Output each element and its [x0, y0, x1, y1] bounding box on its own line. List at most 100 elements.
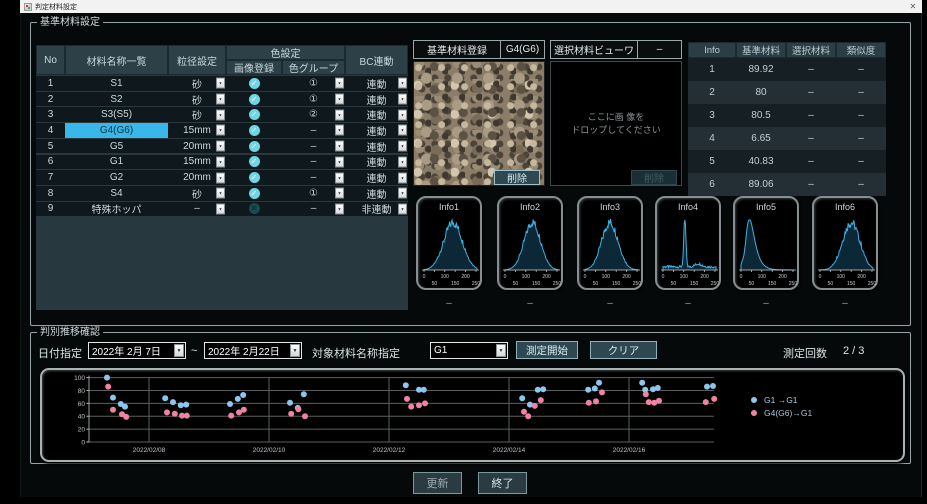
svg-text:0: 0 — [423, 274, 426, 280]
chevron-down-icon[interactable]: ▼ — [216, 156, 225, 167]
svg-text:150: 150 — [690, 281, 699, 287]
chevron-down-icon[interactable]: ▼ — [216, 188, 225, 199]
bc-link-select[interactable]: 連動▼ — [345, 123, 408, 138]
scatter-point — [123, 414, 129, 420]
chevron-down-icon[interactable]: ▼ — [216, 78, 225, 89]
viewer-delete-button[interactable]: 削除 — [631, 170, 677, 185]
bc-link-select[interactable]: 連動▼ — [345, 76, 408, 91]
grain-size-select[interactable]: 20mm▼ — [168, 139, 226, 154]
color-group-select[interactable]: ①▼ — [282, 76, 345, 91]
update-button[interactable]: 更新 — [413, 472, 462, 494]
measure-start-button[interactable]: 測定開始 — [516, 341, 578, 359]
scatter-point — [235, 396, 241, 402]
scatter-point — [403, 382, 409, 388]
image-drop-area[interactable]: ここに画 像を ドロップしてください — [550, 61, 682, 186]
svg-text:150: 150 — [768, 281, 777, 287]
chevron-down-icon[interactable]: ▼ — [290, 344, 300, 357]
color-group-select[interactable]: ②▼ — [282, 107, 345, 122]
check-circle-icon: ✓ — [249, 188, 260, 199]
col-header-bc: BC連動 — [345, 45, 408, 75]
chevron-down-icon[interactable]: ▼ — [216, 141, 225, 152]
material-row-name[interactable]: 特殊ホッパ — [65, 202, 168, 217]
scatter-point — [421, 387, 427, 393]
grain-size-select[interactable]: 15mm▼ — [168, 155, 226, 170]
material-row-name[interactable]: S1 — [65, 76, 168, 91]
target-material-label: 対象材料名称指定 — [312, 345, 400, 361]
date-to-combo[interactable]: 2022年 2月22日 ▼ — [204, 342, 302, 359]
bc-link-select[interactable]: 非連動▼ — [345, 202, 408, 217]
chevron-down-icon[interactable]: ▼ — [216, 94, 225, 105]
bc-link-select[interactable]: 連動▼ — [345, 155, 408, 170]
bc-link-select[interactable]: 連動▼ — [345, 107, 408, 122]
grain-size-select[interactable]: 20mm▼ — [168, 170, 226, 185]
svg-text:250: 250 — [868, 281, 876, 287]
color-group-select[interactable]: –▼ — [282, 202, 345, 217]
reference-panel-title: 基準材料登録 — [414, 41, 501, 58]
bc-link-select[interactable]: 連動▼ — [345, 170, 408, 185]
col-header-image-reg: 画像登録 — [226, 60, 282, 75]
grain-size-select[interactable]: 砂▼ — [168, 76, 226, 91]
chevron-down-icon[interactable]: ▼ — [335, 188, 344, 199]
close-icon[interactable]: ✕ — [904, 0, 922, 13]
grain-size-select[interactable]: –▼ — [168, 202, 226, 217]
drop-text-line1: ここに画 像を — [571, 111, 660, 124]
chevron-down-icon[interactable]: ▼ — [335, 78, 344, 89]
chevron-down-icon[interactable]: ▼ — [216, 109, 225, 120]
material-row-name[interactable]: S4 — [65, 186, 168, 201]
svg-text:100: 100 — [441, 274, 450, 280]
svg-text:200: 200 — [778, 274, 787, 280]
color-group-select[interactable]: ①▼ — [282, 92, 345, 107]
chevron-down-icon[interactable]: ▼ — [335, 172, 344, 183]
svg-text:200: 200 — [700, 274, 709, 280]
chevron-down-icon[interactable]: ▼ — [335, 94, 344, 105]
svg-text:250: 250 — [633, 281, 641, 287]
color-group-select[interactable]: –▼ — [282, 155, 345, 170]
chevron-down-icon[interactable]: ▼ — [398, 188, 407, 199]
chevron-down-icon[interactable]: ▼ — [398, 141, 407, 152]
chevron-down-icon[interactable]: ▼ — [335, 156, 344, 167]
color-group-select[interactable]: –▼ — [282, 139, 345, 154]
reference-delete-button[interactable]: 削除 — [494, 170, 540, 185]
chevron-down-icon[interactable]: ▼ — [398, 203, 407, 214]
grain-size-select[interactable]: 砂▼ — [168, 92, 226, 107]
clear-button[interactable]: クリア — [590, 341, 657, 359]
grain-size-select[interactable]: 15mm▼ — [168, 123, 226, 138]
chevron-down-icon[interactable]: ▼ — [335, 203, 344, 214]
check-circle-icon: ✓ — [249, 172, 260, 183]
date-from-combo[interactable]: 2022年 2月 7日 ▼ — [88, 342, 186, 359]
bc-link-select[interactable]: 連動▼ — [345, 92, 408, 107]
grain-size-select[interactable]: 砂▼ — [168, 186, 226, 201]
chevron-down-icon[interactable]: ▼ — [398, 78, 407, 89]
material-row-name[interactable]: G2 — [65, 170, 168, 185]
bc-link-select[interactable]: 連動▼ — [345, 186, 408, 201]
chevron-down-icon[interactable]: ▼ — [398, 156, 407, 167]
discrimination-group-label: 判別推移確認 — [37, 327, 103, 338]
scatter-point — [104, 375, 110, 381]
chevron-down-icon[interactable]: ▼ — [216, 172, 225, 183]
chevron-down-icon[interactable]: ▼ — [216, 125, 225, 136]
chevron-down-icon[interactable]: ▼ — [398, 109, 407, 120]
chevron-down-icon[interactable]: ▼ — [335, 141, 344, 152]
chevron-down-icon[interactable]: ▼ — [335, 125, 344, 136]
material-row-name[interactable]: G1 — [65, 155, 168, 170]
material-row-name[interactable]: S2 — [65, 92, 168, 107]
chevron-down-icon[interactable]: ▼ — [398, 125, 407, 136]
chevron-down-icon[interactable]: ▼ — [496, 344, 506, 357]
chevron-down-icon[interactable]: ▼ — [335, 109, 344, 120]
scatter-point — [639, 380, 645, 386]
chevron-down-icon[interactable]: ▼ — [398, 94, 407, 105]
chevron-down-icon[interactable]: ▼ — [174, 344, 184, 357]
color-group-select[interactable]: –▼ — [282, 123, 345, 138]
chevron-down-icon[interactable]: ▼ — [398, 172, 407, 183]
material-row-name[interactable]: G4(G6) — [65, 123, 168, 138]
color-group-select[interactable]: ①▼ — [282, 186, 345, 201]
svg-text:100: 100 — [602, 274, 611, 280]
color-group-select[interactable]: –▼ — [282, 170, 345, 185]
material-row-name[interactable]: G5 — [65, 139, 168, 154]
exit-button[interactable]: 終了 — [478, 472, 527, 494]
target-material-combo[interactable]: G1 ▼ — [430, 342, 508, 359]
material-row-name[interactable]: S3(S5) — [65, 107, 168, 122]
chevron-down-icon[interactable]: ▼ — [216, 203, 225, 214]
grain-size-select[interactable]: 砂▼ — [168, 107, 226, 122]
bc-link-select[interactable]: 連動▼ — [345, 139, 408, 154]
